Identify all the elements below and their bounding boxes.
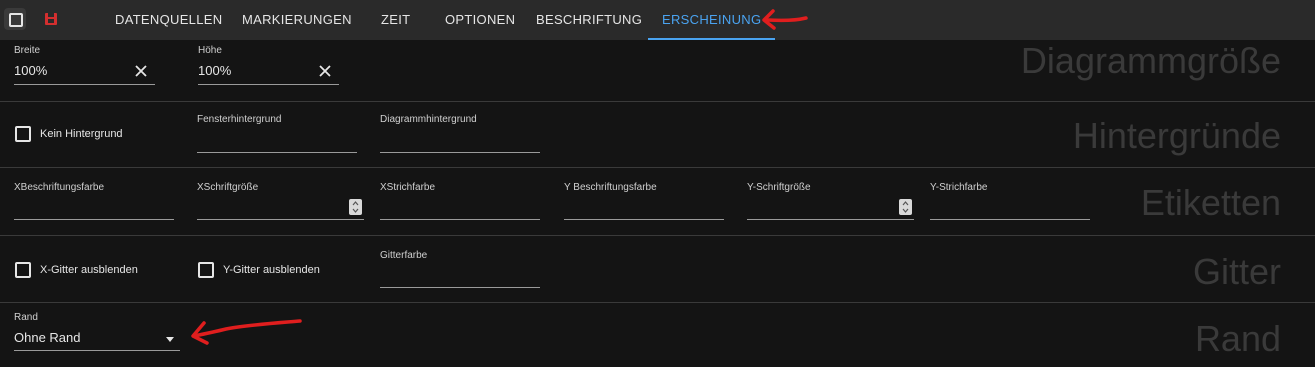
window-background-field[interactable]: Fensterhintergrund [197,114,357,154]
clear-height-icon[interactable] [318,64,332,78]
red-arrow-annotation [762,9,808,30]
y-font-size-label: Y-Schriftgröße [747,182,811,193]
divider-size [0,101,1315,102]
y-stroke-color-field[interactable]: Y-Strichfarbe [930,182,1090,222]
width-underline [14,84,155,85]
chevron-down-icon[interactable] [166,337,174,342]
y-stroke-color-label: Y-Strichfarbe [930,182,988,193]
hide-x-grid-label: X-Gitter ausblenden [40,264,138,276]
border-label: Rand [14,312,38,323]
no-background-label: Kein Hintergrund [40,128,123,140]
save-icon[interactable] [40,8,62,30]
divider-grid [0,302,1315,303]
tab-zeit[interactable]: ZEIT [381,0,410,40]
border-value[interactable]: Ohne Rand [14,330,81,345]
x-stroke-color-label: XStrichfarbe [380,182,436,193]
divider-backgrounds [0,167,1315,168]
x-font-size-label: XSchriftgröße [197,182,259,193]
grid-color-label: Gitterfarbe [380,250,428,261]
height-field[interactable]: Höhe 100% [198,45,339,85]
tab-beschriftung[interactable]: BESCHRIFTUNG [536,0,642,40]
x-stroke-color-field[interactable]: XStrichfarbe [380,182,540,222]
chart-background-field[interactable]: Diagrammhintergrund [380,114,540,154]
y-font-size-underline [747,219,914,220]
section-title-size: Diagrammgröße [1020,40,1281,81]
tab-datenquellen[interactable]: DATENQUELLEN [115,0,222,40]
tab-erscheinung[interactable]: ERSCHEINUNG [647,0,776,40]
hide-y-grid-checkbox[interactable] [198,262,214,278]
select-checkbox-icon[interactable] [4,8,26,30]
grid-color-underline [380,287,540,288]
chart-background-underline [380,152,540,153]
window-background-label: Fensterhintergrund [197,114,282,125]
x-label-color-label: XBeschriftungsfarbe [14,182,105,193]
border-select[interactable]: Rand Ohne Rand [14,312,180,352]
y-label-color-underline [564,219,724,220]
chart-background-label: Diagrammhintergrund [380,114,477,125]
height-label: Höhe [198,45,222,56]
height-underline [198,84,339,85]
hide-y-grid-label: Y-Gitter ausblenden [223,264,320,276]
border-underline [14,350,180,351]
width-field[interactable]: Breite 100% [14,45,155,85]
section-title-backgrounds: Hintergründe [1072,115,1281,156]
window-background-underline [197,152,357,153]
clear-width-icon[interactable] [134,64,148,78]
y-font-size-field[interactable]: Y-Schriftgröße [747,182,914,222]
top-toolbar: DATENQUELLEN MARKIERUNGEN ZEIT OPTIONEN … [0,0,1315,40]
width-label: Breite [14,45,41,56]
tab-optionen[interactable]: OPTIONEN [445,0,515,40]
section-title-border: Rand [1194,318,1281,359]
height-value[interactable]: 100% [198,63,231,78]
y-stroke-color-underline [930,219,1090,220]
x-font-size-field[interactable]: XSchriftgröße [197,182,364,222]
y-label-color-label: Y Beschriftungsfarbe [564,182,657,193]
x-label-color-underline [14,219,174,220]
x-font-size-spinner[interactable] [349,199,362,215]
x-font-size-underline [197,219,364,220]
grid-color-field[interactable]: Gitterfarbe [380,250,540,290]
x-stroke-color-underline [380,219,540,220]
width-value[interactable]: 100% [14,63,47,78]
section-title-labels: Etiketten [1140,182,1281,223]
divider-labels [0,235,1315,236]
no-background-checkbox[interactable] [15,126,31,142]
red-arrow-annotation-border [191,319,302,345]
section-title-grid: Gitter [1192,251,1281,292]
y-font-size-spinner[interactable] [899,199,912,215]
tab-markierungen[interactable]: MARKIERUNGEN [242,0,352,40]
hide-x-grid-checkbox[interactable] [15,262,31,278]
x-label-color-field[interactable]: XBeschriftungsfarbe [14,182,174,222]
y-label-color-field[interactable]: Y Beschriftungsfarbe [564,182,724,222]
